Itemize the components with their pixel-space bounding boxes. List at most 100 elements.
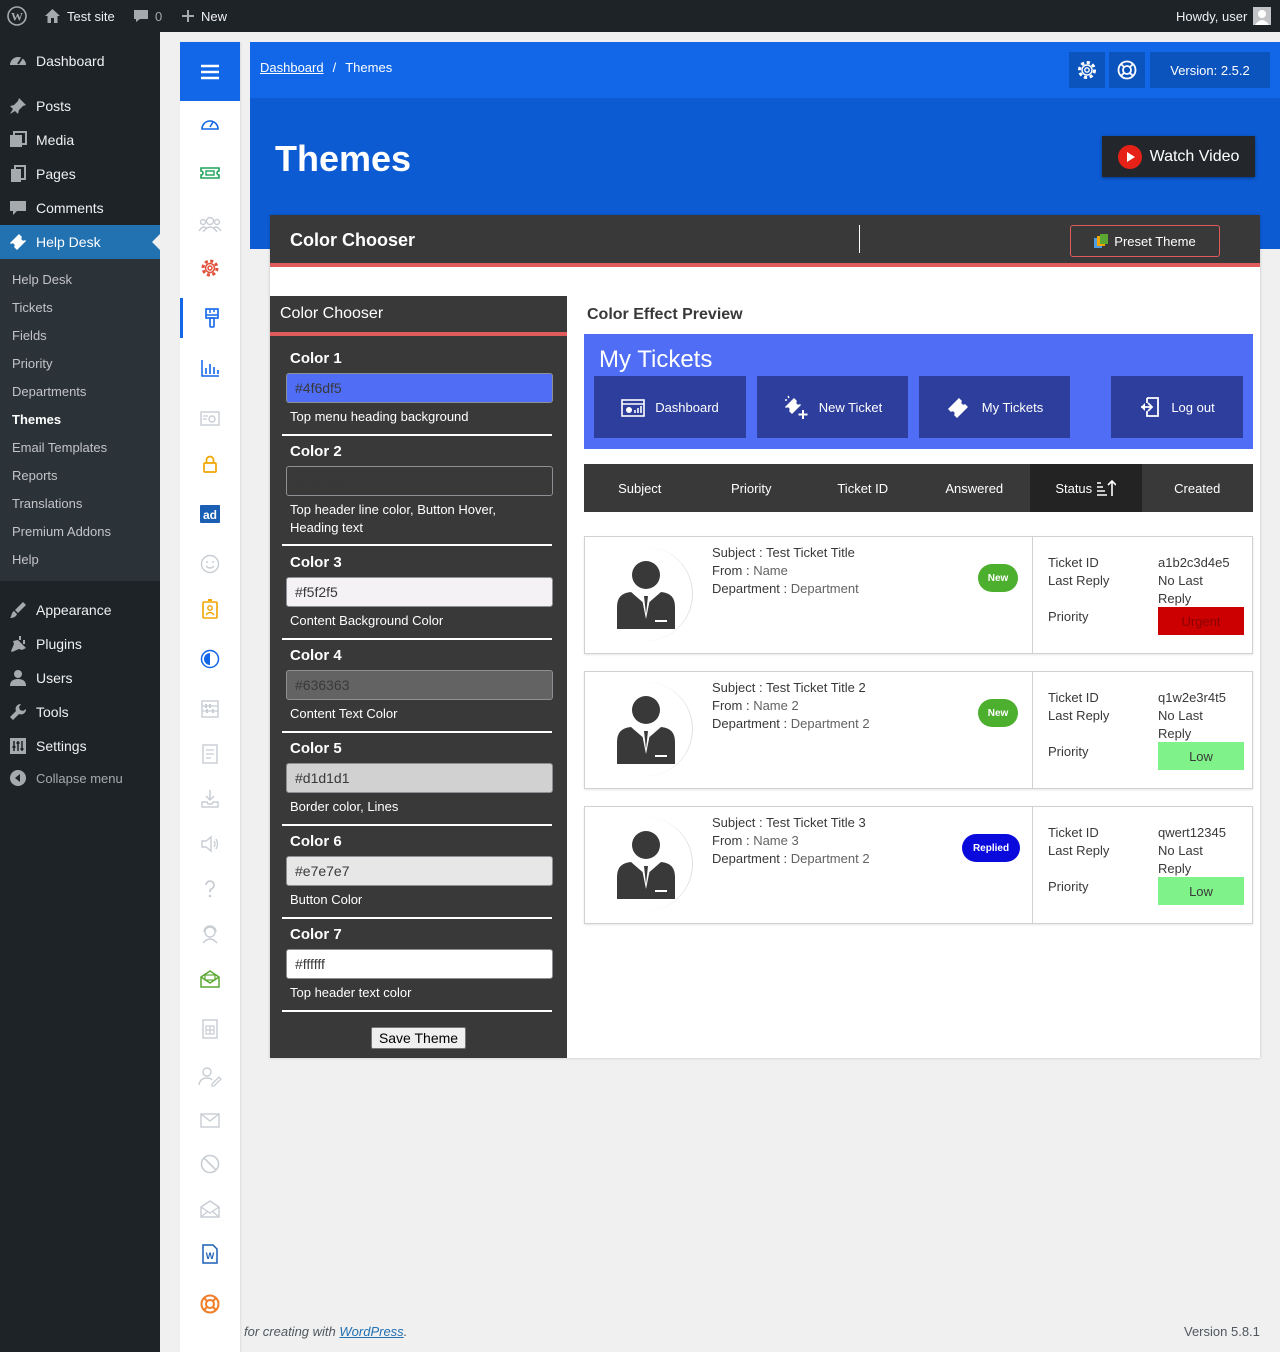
subject-value[interactable]: Test Ticket Title 2 — [766, 680, 866, 695]
my-tickets-header: My Tickets Dashboard New Ticket My Ticke… — [584, 334, 1253, 449]
column-status[interactable]: Status — [1030, 464, 1142, 512]
support-button[interactable] — [1109, 52, 1145, 88]
submenu-translations[interactable]: Translations — [12, 489, 82, 517]
color-label: Color 5 — [290, 740, 342, 757]
submenu-departments[interactable]: Departments — [12, 377, 86, 405]
wordpress-link[interactable]: WordPress — [339, 1324, 403, 1339]
submenu-tickets[interactable]: Tickets — [12, 293, 53, 321]
column-created[interactable]: Created — [1142, 464, 1254, 512]
speedometer-icon[interactable] — [180, 104, 240, 144]
menu-item-media[interactable]: Media — [0, 123, 160, 157]
breadcrumb-separator: / — [332, 60, 337, 75]
menu-item-appearance[interactable]: Appearance — [0, 593, 160, 627]
ad-icon[interactable]: ad — [180, 494, 240, 534]
id-badge-icon[interactable] — [180, 589, 240, 629]
lifebuoy-icon[interactable] — [180, 1284, 240, 1324]
column-answered[interactable]: Answered — [919, 464, 1031, 512]
my-account-link[interactable]: Howdy, user — [1176, 0, 1272, 32]
column-subject[interactable]: Subject — [584, 464, 696, 512]
color-input[interactable] — [286, 949, 553, 979]
submenu-reports[interactable]: Reports — [12, 461, 58, 489]
submenu-themes[interactable]: Themes — [12, 405, 61, 433]
color-input[interactable] — [286, 373, 553, 403]
last-reply-value-cont: Reply — [1158, 861, 1192, 876]
status-badge: Replied — [962, 834, 1020, 862]
mail-blocked-icon[interactable] — [180, 1189, 240, 1229]
import-icon[interactable] — [180, 779, 240, 819]
ticket-row[interactable]: Subject : Test Ticket Title 2 From : Name… — [584, 671, 1253, 789]
gear-icon[interactable] — [180, 248, 240, 288]
column-ticket-id[interactable]: Ticket ID — [807, 464, 919, 512]
menu-item-help-desk[interactable]: Help Desk — [0, 225, 160, 259]
settings-button[interactable] — [1069, 52, 1105, 88]
ticket-icon[interactable] — [180, 153, 240, 193]
spreadsheet-icon[interactable] — [180, 1009, 240, 1049]
color-input[interactable] — [286, 670, 553, 700]
preset-theme-button[interactable]: Preset Theme — [1070, 225, 1220, 257]
menu-toggle-button[interactable] — [180, 42, 240, 101]
subject-value[interactable]: Test Ticket Title — [766, 545, 855, 560]
ticket-row[interactable]: Subject : Test Ticket Title 3 From : Name… — [584, 806, 1253, 924]
menu-item-settings[interactable]: Settings — [0, 729, 160, 763]
menu-item-posts[interactable]: Posts — [0, 89, 160, 123]
color-input[interactable] — [286, 466, 553, 496]
menu-item-pages[interactable]: Pages — [0, 157, 160, 191]
department-line: Department : Department 2 — [712, 715, 870, 733]
email-template-icon[interactable] — [180, 398, 240, 438]
new-content-link[interactable]: New — [181, 0, 227, 32]
group-icon[interactable] — [180, 204, 240, 244]
from-line: From : Name 3 — [712, 832, 870, 850]
nav-new-ticket-button[interactable]: New Ticket — [757, 376, 908, 438]
submenu-priority[interactable]: Priority — [12, 349, 52, 377]
breadcrumb-dashboard-link[interactable]: Dashboard — [260, 60, 324, 75]
color-input[interactable] — [286, 856, 553, 886]
user-edit-icon[interactable] — [180, 1056, 240, 1096]
question-icon[interactable] — [180, 869, 240, 909]
color-input[interactable] — [286, 763, 553, 793]
envelope-icon[interactable] — [180, 1100, 240, 1140]
department-key: Department : — [712, 851, 788, 866]
nav-dashboard-button[interactable]: Dashboard — [594, 376, 746, 438]
submenu-email-templates[interactable]: Email Templates — [12, 433, 107, 461]
word-document-icon[interactable]: W — [180, 1234, 240, 1274]
mail-open-icon[interactable] — [180, 959, 240, 999]
lock-icon[interactable] — [180, 444, 240, 484]
save-theme-button[interactable]: Save Theme — [371, 1027, 466, 1049]
wordpress-logo-icon[interactable]: W — [7, 0, 27, 32]
watch-video-button[interactable]: Watch Video — [1102, 136, 1255, 177]
abacus-icon[interactable] — [180, 689, 240, 729]
howdy-text: Howdy, user — [1176, 8, 1248, 24]
bar-chart-icon[interactable] — [180, 348, 240, 388]
avatar — [599, 547, 693, 641]
smiley-icon[interactable] — [180, 544, 240, 584]
ticket-id-value: qwert12345 — [1158, 825, 1226, 840]
ticket-meta-labels: Ticket ID Last Reply Priority — [1048, 554, 1109, 626]
menu-item-plugins[interactable]: Plugins — [0, 627, 160, 661]
site-name-link[interactable]: Test site — [44, 0, 115, 32]
nav-my-tickets-button[interactable]: My Tickets — [919, 376, 1070, 438]
submenu-fields[interactable]: Fields — [12, 321, 47, 349]
ticket-row[interactable]: Subject : Test Ticket Title From : Name De… — [584, 536, 1253, 654]
support-agent-icon[interactable] — [180, 914, 240, 954]
collapse-menu-button[interactable]: Collapse menu — [0, 761, 160, 795]
menu-item-users[interactable]: Users — [0, 661, 160, 695]
dark-mode-icon[interactable] — [180, 639, 240, 679]
document-icon[interactable] — [180, 734, 240, 774]
color-input[interactable] — [286, 577, 553, 607]
submenu-help-desk[interactable]: Help Desk — [12, 265, 72, 293]
menu-item-tools[interactable]: Tools — [0, 695, 160, 729]
menu-label: Posts — [36, 98, 72, 114]
column-priority[interactable]: Priority — [696, 464, 808, 512]
paint-brush-icon[interactable] — [180, 298, 240, 338]
user-avatar-icon — [615, 829, 677, 899]
ban-icon[interactable] — [180, 1144, 240, 1184]
speaker-icon[interactable] — [180, 824, 240, 864]
subject-value[interactable]: Test Ticket Title 3 — [766, 815, 866, 830]
submenu-help[interactable]: Help — [12, 545, 39, 573]
submenu-premium-addons[interactable]: Premium Addons — [12, 517, 111, 545]
color-description: Top header text color — [290, 985, 412, 1000]
menu-item-dashboard[interactable]: Dashboard — [0, 44, 160, 78]
comments-link[interactable]: 0 — [133, 0, 162, 32]
nav-logout-button[interactable]: Log out — [1111, 376, 1243, 438]
menu-item-comments[interactable]: Comments — [0, 191, 160, 225]
